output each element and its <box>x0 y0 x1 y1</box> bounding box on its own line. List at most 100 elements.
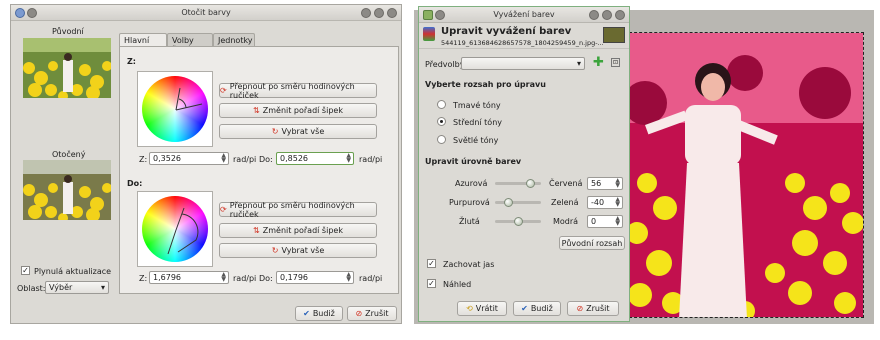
cancel-label: Zrušit <box>365 309 389 318</box>
rotate-icon: ⟳ <box>220 205 227 214</box>
from-do-input[interactable]: 0,8526 ▲ ▼ <box>276 152 354 165</box>
help-icon[interactable] <box>361 8 371 18</box>
image-thumbnail <box>603 27 625 43</box>
yellow-blue-spin[interactable]: 0 ▲ ▼ <box>587 215 623 228</box>
rotate-colors-dialog: Otočit barvy Původní Otočený ✓ Plynulá a… <box>10 4 402 324</box>
from-swap-label: Změnit pořadí šipek <box>262 106 343 115</box>
area-label: Oblast: <box>17 284 46 293</box>
rotated-label: Otočený <box>52 150 86 159</box>
slider-blue-label: Modrá <box>553 217 579 226</box>
preview-checkbox[interactable]: ✓ <box>427 279 436 288</box>
to-do-label: Do: <box>259 274 273 283</box>
title-bar: Vyvážení barev <box>419 7 629 23</box>
reset-range-label: Původní rozsah <box>561 238 623 248</box>
to-clockwise-label: Přepnout po směru hodinových ručiček <box>229 200 355 219</box>
refresh-icon: ↻ <box>271 246 279 255</box>
ok-button[interactable]: ✔ Budiž <box>295 306 343 321</box>
to-wheel-area <box>137 191 213 267</box>
to-select-all-label: Vybrat vše <box>281 246 325 255</box>
yellow-blue-slider[interactable] <box>495 217 541 226</box>
to-select-all-button[interactable]: ↻ Vybrat vše <box>219 243 377 258</box>
radio-midtones-label: Střední tóny <box>453 118 502 127</box>
radio-shadows[interactable] <box>437 100 446 109</box>
magenta-green-value: -40 <box>591 198 605 207</box>
preset-menu-icon[interactable]: ⊡ <box>611 58 620 67</box>
from-z-label: Z: <box>139 155 148 164</box>
radio-midtones[interactable] <box>437 117 446 126</box>
to-heading: Do: <box>127 179 143 188</box>
from-clockwise-button[interactable]: ⟳ Přepnout po směru hodinových ručiček <box>219 81 377 100</box>
preserve-luminosity-label: Zachovat jas <box>443 260 495 269</box>
area-select[interactable]: Výběr ▾ <box>45 281 109 294</box>
spin-arrows-icon[interactable]: ▲ ▼ <box>615 197 620 208</box>
from-z-value: 0,3526 <box>153 154 181 163</box>
yellow-blue-slider-knob[interactable] <box>513 217 523 226</box>
ok-button[interactable]: ✔ Budiž <box>513 301 561 316</box>
radio-highlights-label: Světlé tóny <box>453 136 499 145</box>
original-preview <box>23 38 111 98</box>
tab-gray-options[interactable]: Volby šedé <box>167 33 213 54</box>
from-clockwise-label: Přepnout po směru hodinových ručiček <box>229 81 355 100</box>
help-icon[interactable] <box>589 10 599 20</box>
radio-highlights[interactable] <box>437 135 446 144</box>
from-z-input[interactable]: 0,3526 ▲ ▼ <box>149 152 229 165</box>
close-icon[interactable] <box>387 8 397 18</box>
spin-arrows-icon[interactable]: ▲ ▼ <box>221 272 226 283</box>
add-preset-icon[interactable]: ✚ <box>593 55 604 70</box>
preserve-luminosity-checkbox[interactable]: ✓ <box>427 259 436 268</box>
presets-select[interactable]: ▾ <box>461 57 585 70</box>
cancel-button[interactable]: ⊘ Zrušit <box>347 306 397 321</box>
spin-arrows-icon[interactable]: ▲ ▼ <box>615 216 620 227</box>
tinted-photo <box>625 33 863 317</box>
from-swap-button[interactable]: ⇅ Změnit pořadí šipek <box>219 103 377 118</box>
color-balance-icon <box>423 27 435 41</box>
check-icon: ✔ <box>303 309 310 318</box>
cyan-red-slider-knob[interactable] <box>526 179 536 188</box>
swap-arrows-icon: ⇅ <box>253 106 260 115</box>
cancel-icon: ⊘ <box>355 309 363 318</box>
to-swap-label: Změnit pořadí šipek <box>262 226 343 235</box>
tab-bar: Hlavní volby Volby šedé Jednotky <box>119 33 399 54</box>
magenta-green-slider-knob[interactable] <box>504 198 514 207</box>
original-preview-image <box>23 38 111 98</box>
to-swap-button[interactable]: ⇅ Změnit pořadí šipek <box>219 223 377 238</box>
reset-button[interactable]: ⟲ Vrátit <box>457 301 507 316</box>
radio-shadows-label: Tmavé tóny <box>453 101 501 110</box>
image-canvas[interactable] <box>624 32 864 318</box>
slider-yellow-label: Žlutá <box>459 217 480 226</box>
to-do-input[interactable]: 0,1796 ▲ ▼ <box>276 271 354 284</box>
window-title: Otočit barvy <box>181 8 231 17</box>
reset-range-button[interactable]: Původní rozsah <box>559 236 625 250</box>
cyan-red-spin[interactable]: 56 ▲ ▼ <box>587 177 623 190</box>
to-unit1: rad/pi <box>233 274 257 283</box>
to-arrows[interactable] <box>138 192 214 268</box>
tab-units[interactable]: Jednotky <box>213 33 255 47</box>
reset-icon: ⟲ <box>466 304 473 313</box>
to-z-input[interactable]: 1,6796 ▲ ▼ <box>149 271 229 284</box>
magenta-green-slider[interactable] <box>495 198 541 207</box>
swap-arrows-icon: ⇅ <box>253 226 260 235</box>
spin-arrows-icon[interactable]: ▲ ▼ <box>346 153 351 164</box>
title-bar: Otočit barvy <box>11 5 401 21</box>
smooth-update-checkbox[interactable]: ✓ <box>21 266 30 275</box>
maximize-icon[interactable] <box>602 10 612 20</box>
slider-magenta-label: Purpurová <box>449 198 490 207</box>
color-balance-dialog: Vyvážení barev Upravit vyvážení barev 54… <box>418 6 630 322</box>
spin-arrows-icon[interactable]: ▲ ▼ <box>615 178 620 189</box>
spin-arrows-icon[interactable]: ▲ ▼ <box>346 272 351 283</box>
from-do-value: 0,8526 <box>280 154 308 163</box>
from-arrows[interactable] <box>138 72 214 148</box>
maximize-icon[interactable] <box>374 8 384 18</box>
tab-main-options[interactable]: Hlavní volby <box>119 33 167 54</box>
check-icon: ✔ <box>521 304 528 313</box>
dialog-header: Upravit vyvážení barev 544119_6136846286… <box>419 23 629 49</box>
spin-arrows-icon[interactable]: ▲ ▼ <box>221 153 226 164</box>
to-clockwise-button[interactable]: ⟳ Přepnout po směru hodinových ručiček <box>219 200 377 219</box>
magenta-green-spin[interactable]: -40 ▲ ▼ <box>587 196 623 209</box>
cancel-button[interactable]: ⊘ Zrušit <box>567 301 619 316</box>
from-unit1: rad/pi <box>233 155 257 164</box>
close-icon[interactable] <box>615 10 625 20</box>
to-z-label: Z: <box>139 274 148 283</box>
from-select-all-button[interactable]: ↻ Vybrat vše <box>219 124 377 139</box>
cyan-red-slider[interactable] <box>495 179 541 188</box>
